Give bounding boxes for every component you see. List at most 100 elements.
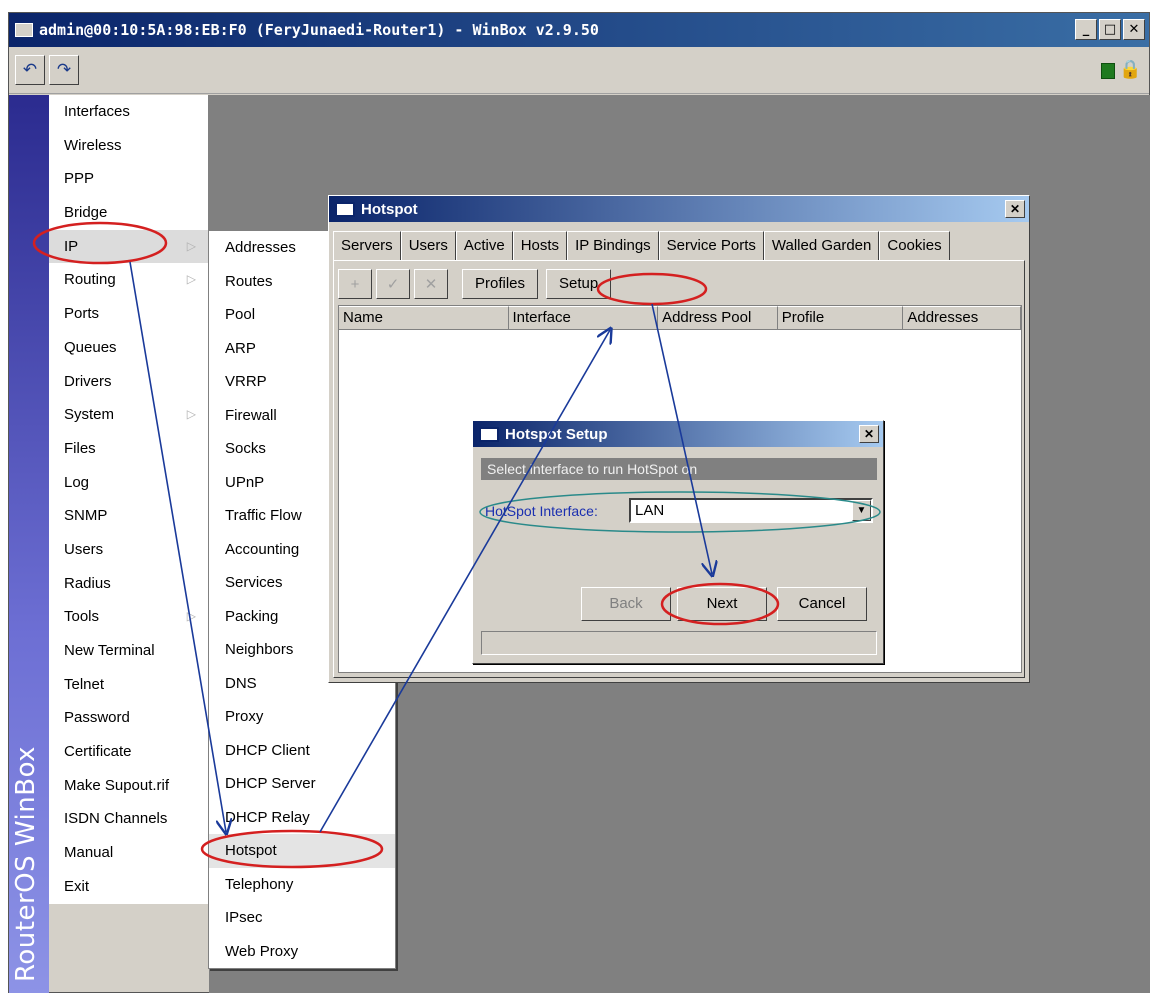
sidebar-item-system[interactable]: System ▷ <box>49 398 208 432</box>
sidebar-item-routing[interactable]: Routing ▷ <box>49 263 208 297</box>
tab-active[interactable]: Active <box>455 231 513 261</box>
sidebar-item-ppp[interactable]: PPP <box>49 162 208 196</box>
sidebar-item-label: ISDN Channels <box>64 810 168 828</box>
sidebar-item-label: Log <box>64 473 90 491</box>
column-header-profile[interactable]: Profile <box>777 306 904 330</box>
dropdown-arrow-icon[interactable]: ▼ <box>852 500 871 521</box>
sidebar-item-label: System <box>64 406 115 424</box>
sidebar-item-bridge[interactable]: Bridge <box>49 196 208 230</box>
close-button[interactable]: ✕ <box>1123 19 1145 40</box>
sidebar-item-label: Exit <box>64 877 90 895</box>
sidebar-item-log[interactable]: Log <box>49 466 208 500</box>
ip-submenu-item-dhcp-server[interactable]: DHCP Server <box>209 767 395 801</box>
sidebar-item-files[interactable]: Files <box>49 432 208 466</box>
setup-status-bar <box>481 631 877 655</box>
sidebar-item-label: Tools <box>64 608 100 626</box>
sidebar-item-label: Wireless <box>64 136 122 154</box>
setup-close-button[interactable]: ✕ <box>859 425 879 443</box>
column-header-addresses[interactable]: Addresses <box>903 306 1021 330</box>
undo-button[interactable]: ↶ <box>15 55 45 85</box>
submenu-arrow-icon: ▷ <box>186 272 196 287</box>
sidebar-item-label: Routing <box>64 271 116 289</box>
cancel-button[interactable]: Cancel <box>777 587 867 621</box>
sidebar-item-exit[interactable]: Exit <box>49 870 208 904</box>
enable-button[interactable]: ✓ <box>376 269 410 299</box>
ip-submenu-item-telephony[interactable]: Telephony <box>209 868 395 902</box>
tab-servers[interactable]: Servers <box>333 231 401 261</box>
sidebar-item-drivers[interactable]: Drivers <box>49 365 208 399</box>
hotspot-close-button[interactable]: ✕ <box>1005 200 1025 218</box>
sidebar-item-tools[interactable]: Tools ▷ <box>49 600 208 634</box>
brand-label: RouterOS WinBox <box>11 745 41 982</box>
sidebar-item-telnet[interactable]: Telnet <box>49 668 208 702</box>
sidebar-item-ports[interactable]: Ports <box>49 297 208 331</box>
tab-cookies[interactable]: Cookies <box>879 231 950 261</box>
next-button[interactable]: Next <box>677 587 767 621</box>
ip-submenu-item-proxy[interactable]: Proxy <box>209 700 395 734</box>
sidebar-item-new-terminal[interactable]: New Terminal <box>49 634 208 668</box>
ip-submenu-item-ipsec[interactable]: IPsec <box>209 901 395 935</box>
sidebar-item-label: Ports <box>64 305 100 323</box>
sidebar-item-label: Password <box>64 709 130 727</box>
ip-submenu-item-hotspot[interactable]: Hotspot <box>209 834 395 868</box>
interface-row: HotSpot Interface: LAN ▼ <box>483 493 879 529</box>
submenu-arrow-icon: ▷ <box>186 407 196 422</box>
interface-label: HotSpot Interface: <box>485 503 598 519</box>
setup-prompt: Select interface to run HotSpot on <box>481 458 877 480</box>
main-menu: Interfaces Wireless PPP Bridge IP ▷ Routing ▷ Po… <box>49 95 209 904</box>
tab-service-ports[interactable]: Service Ports <box>658 231 764 261</box>
setup-title: Hotspot Setup <box>505 425 608 443</box>
sidebar-item-certificate[interactable]: Certificate <box>49 735 208 769</box>
tab-ip-bindings[interactable]: IP Bindings <box>567 231 659 261</box>
column-header-interface[interactable]: Interface <box>508 306 659 330</box>
minimize-button[interactable]: _ <box>1075 19 1097 40</box>
sidebar-item-isdn-channels[interactable]: ISDN Channels <box>49 802 208 836</box>
sidebar-item-password[interactable]: Password <box>49 701 208 735</box>
sidebar-item-interfaces[interactable]: Interfaces <box>49 95 208 129</box>
tab-hosts[interactable]: Hosts <box>512 231 568 261</box>
maximize-button[interactable]: □ <box>1099 19 1121 40</box>
column-header-name[interactable]: Name <box>339 306 509 330</box>
sidebar-item-users[interactable]: Users <box>49 533 208 567</box>
sidebar-item-make-supout-rif[interactable]: Make Supout.rif <box>49 769 208 803</box>
sidebar-item-snmp[interactable]: SNMP <box>49 499 208 533</box>
sidebar-item-label: Manual <box>64 844 114 862</box>
sidebar-item-label: PPP <box>64 170 95 188</box>
setup-title-bar: Hotspot Setup ✕ <box>473 421 883 447</box>
add-button[interactable]: + <box>338 269 372 299</box>
lock-icon: 🔒 <box>1119 59 1142 79</box>
sidebar-item-label: Users <box>64 540 104 558</box>
ip-submenu-item-dhcp-client[interactable]: DHCP Client <box>209 734 395 768</box>
sidebar-item-label: Drivers <box>64 372 112 390</box>
sidebar-item-label: New Terminal <box>64 642 155 659</box>
back-button[interactable]: Back <box>581 587 671 621</box>
redo-button[interactable]: ↷ <box>49 55 79 85</box>
sidebar-item-ip[interactable]: IP ▷ <box>49 229 208 264</box>
column-header-address-pool[interactable]: Address Pool <box>658 306 778 330</box>
sidebar-item-queues[interactable]: Queues <box>49 331 208 365</box>
sidebar-item-label: SNMP <box>64 507 108 525</box>
ip-submenu-item-dhcp-relay[interactable]: DHCP Relay <box>209 801 395 835</box>
sidebar-item-label: Files <box>64 439 96 457</box>
sidebar-item-label: Certificate <box>64 743 132 761</box>
window-icon <box>479 426 499 442</box>
profiles-button[interactable]: Profiles <box>462 269 539 299</box>
sidebar-item-manual[interactable]: Manual <box>49 836 208 870</box>
sidebar-item-label: Telnet <box>64 675 105 693</box>
interface-select[interactable]: LAN ▼ <box>629 498 873 523</box>
sidebar-item-label: Bridge <box>64 204 108 222</box>
submenu-arrow-icon: ▷ <box>186 238 196 253</box>
sidebar-item-wireless[interactable]: Wireless <box>49 129 208 163</box>
sidebar-item-label: Make Supout.rif <box>64 776 170 794</box>
ip-submenu-item-web-proxy[interactable]: Web Proxy <box>209 935 395 969</box>
setup-button[interactable]: Setup <box>546 269 612 299</box>
tab-users[interactable]: Users <box>400 231 456 261</box>
redo-icon: ↷ <box>56 60 72 79</box>
sidebar-item-radius[interactable]: Radius <box>49 567 208 601</box>
sidebar-item-label: Radius <box>64 574 111 592</box>
sidebar-item-label: Queues <box>64 338 117 356</box>
tab-walled-garden[interactable]: Walled Garden <box>763 231 880 261</box>
disable-button[interactable]: ✕ <box>414 269 448 299</box>
connection-status-icon <box>1101 63 1115 79</box>
sidebar-brand-strip: RouterOS WinBox <box>9 95 49 993</box>
